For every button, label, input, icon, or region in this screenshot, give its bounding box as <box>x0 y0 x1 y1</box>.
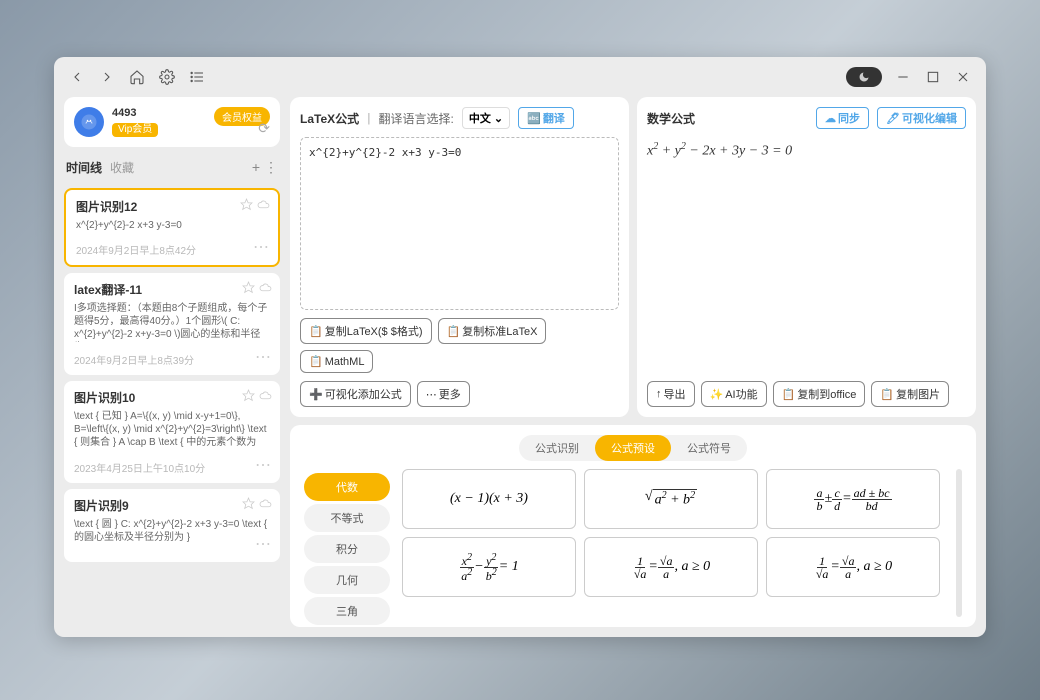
history-title: latex翻译-11 <box>74 281 270 298</box>
sidebar: 4493 Vip会员 会员权益 ⟳ 时间线 收藏 + ⋮ 图片识别12 x^{2… <box>64 97 280 627</box>
ai-button[interactable]: ✨AI功能 <box>701 381 767 407</box>
lang-label: 翻译语言选择: <box>378 110 453 127</box>
close-icon[interactable] <box>954 68 972 86</box>
copy-latex-standard-button[interactable]: 📋复制标准LaTeX <box>438 318 547 344</box>
formula-card[interactable]: ab ± cd = ad ± bcbd <box>766 469 940 529</box>
star-icon[interactable] <box>242 281 255 294</box>
maximize-icon[interactable] <box>924 68 942 86</box>
category-item[interactable]: 几何 <box>304 566 390 594</box>
avatar <box>74 107 104 137</box>
category-item[interactable]: 不等式 <box>304 504 390 532</box>
visual-edit-button[interactable]: 🖊可视化编辑 <box>877 107 966 129</box>
category-item[interactable]: 积分 <box>304 535 390 563</box>
formula-section: 公式识别 公式预设 公式符号 代数不等式积分几何三角 (x − 1)(x + 3… <box>290 425 976 627</box>
star-icon[interactable] <box>240 198 253 211</box>
formula-card[interactable]: 1√a = √aa , a ≥ 0 <box>766 537 940 597</box>
history-time: 2024年9月2日早上8点42分 <box>76 242 268 257</box>
math-render: x2 + y2 − 2x + 3y − 3 = 0 <box>647 137 966 164</box>
category-list: 代数不等式积分几何三角 <box>304 469 390 617</box>
star-icon[interactable] <box>242 389 255 402</box>
formula-card[interactable]: 1√a = √aa , a ≥ 0 <box>584 537 758 597</box>
sync-button[interactable]: ☁同步 <box>816 107 869 129</box>
tab-formula-recognize[interactable]: 公式识别 <box>519 435 595 461</box>
history-item[interactable]: 图片识别10 \text { 已知 } A=\{(x, y) \mid x-y+… <box>64 381 280 483</box>
history-snippet: x^{2}+y^{2}-2 x+3 y-3=0 <box>76 219 268 232</box>
scrollbar[interactable] <box>956 469 962 617</box>
tab-timeline[interactable]: 时间线 <box>66 159 102 176</box>
list-icon[interactable] <box>188 68 206 86</box>
refresh-icon[interactable]: ⟳ <box>258 120 270 137</box>
history-more-icon[interactable]: ⋯ <box>253 237 270 257</box>
latex-panel: LaTeX公式 | 翻译语言选择: 中文 ⌄ 🔤翻译 📋复制LaTeX($ $格… <box>290 97 629 417</box>
math-panel: 数学公式 ☁同步 🖊可视化编辑 x2 + y2 − 2x + 3y − 3 = … <box>637 97 976 417</box>
nav-forward-icon[interactable] <box>98 68 116 86</box>
export-button[interactable]: ↑导出 <box>647 381 695 407</box>
formula-card[interactable]: x2a2 − y2b2 = 1 <box>402 537 576 597</box>
nav-back-icon[interactable] <box>68 68 86 86</box>
add-icon[interactable]: + <box>252 159 260 176</box>
category-item[interactable]: 代数 <box>304 473 390 501</box>
copy-latex-dollar-button[interactable]: 📋复制LaTeX($ $格式) <box>300 318 432 344</box>
history-snippet: \text { 已知 } A=\{(x, y) \mid x-y+1=0\}, … <box>74 410 270 450</box>
math-title: 数学公式 <box>647 110 695 127</box>
minimize-icon[interactable] <box>894 68 912 86</box>
home-icon[interactable] <box>128 68 146 86</box>
history-title: 图片识别10 <box>74 389 270 406</box>
copy-image-button[interactable]: 📋复制图片 <box>871 381 949 407</box>
more-icon[interactable]: ⋮ <box>264 159 278 176</box>
vip-tag: Vip会员 <box>112 123 158 137</box>
history-snippet: \text { 圆 } C: x^{2}+y^{2}-2 x+3 y-3=0 \… <box>74 518 270 544</box>
titlebar <box>54 57 986 97</box>
formula-grid: (x − 1)(x + 3)a2 + b2ab ± cd = ad ± bcbd… <box>402 469 940 617</box>
latex-input[interactable] <box>300 137 619 310</box>
history-snippet: I多项选择题：（本题由8个子题组成，每个子题得5分，最高得40分。）1个圆形\(… <box>74 302 270 342</box>
dark-mode-toggle[interactable] <box>846 67 882 87</box>
formula-card[interactable]: (x − 1)(x + 3) <box>402 469 576 529</box>
mathml-button[interactable]: 📋MathML <box>300 350 373 373</box>
app-window: 4493 Vip会员 会员权益 ⟳ 时间线 收藏 + ⋮ 图片识别12 x^{2… <box>54 57 986 637</box>
tab-formula-symbols[interactable]: 公式符号 <box>671 435 747 461</box>
history-time: 2024年9月2日早上8点39分 <box>74 352 270 367</box>
cloud-icon[interactable] <box>259 281 272 294</box>
category-item[interactable]: 三角 <box>304 597 390 625</box>
user-card[interactable]: 4493 Vip会员 会员权益 ⟳ <box>64 97 280 147</box>
visual-add-button[interactable]: ➕可视化添加公式 <box>300 381 411 407</box>
cloud-icon[interactable] <box>259 389 272 402</box>
history-more-icon[interactable]: ⋯ <box>255 347 272 367</box>
lang-select[interactable]: 中文 ⌄ <box>462 107 510 129</box>
history-more-icon[interactable]: ⋯ <box>255 455 272 475</box>
formula-card[interactable]: a2 + b2 <box>584 469 758 529</box>
latex-title: LaTeX公式 <box>300 110 359 127</box>
history-time: 2023年4月25日上午10点10分 <box>74 460 270 475</box>
more-button[interactable]: ⋯ 更多 <box>417 381 470 407</box>
copy-office-button[interactable]: 📋复制到office <box>773 381 866 407</box>
cloud-icon[interactable] <box>257 198 270 211</box>
tab-formula-preset[interactable]: 公式预设 <box>595 435 671 461</box>
gear-icon[interactable] <box>158 68 176 86</box>
translate-button[interactable]: 🔤翻译 <box>518 107 574 129</box>
user-id: 4493 <box>112 107 158 120</box>
cloud-icon[interactable] <box>259 497 272 510</box>
star-icon[interactable] <box>242 497 255 510</box>
history-list: 图片识别12 x^{2}+y^{2}-2 x+3 y-3=0 2024年9月2日… <box>64 188 280 627</box>
history-title: 图片识别9 <box>74 497 270 514</box>
history-item[interactable]: 图片识别9 \text { 圆 } C: x^{2}+y^{2}-2 x+3 y… <box>64 489 280 562</box>
history-item[interactable]: 图片识别12 x^{2}+y^{2}-2 x+3 y-3=0 2024年9月2日… <box>64 188 280 267</box>
history-more-icon[interactable]: ⋯ <box>255 534 272 554</box>
history-item[interactable]: latex翻译-11 I多项选择题：（本题由8个子题组成，每个子题得5分，最高得… <box>64 273 280 375</box>
tab-favorites[interactable]: 收藏 <box>110 159 134 176</box>
